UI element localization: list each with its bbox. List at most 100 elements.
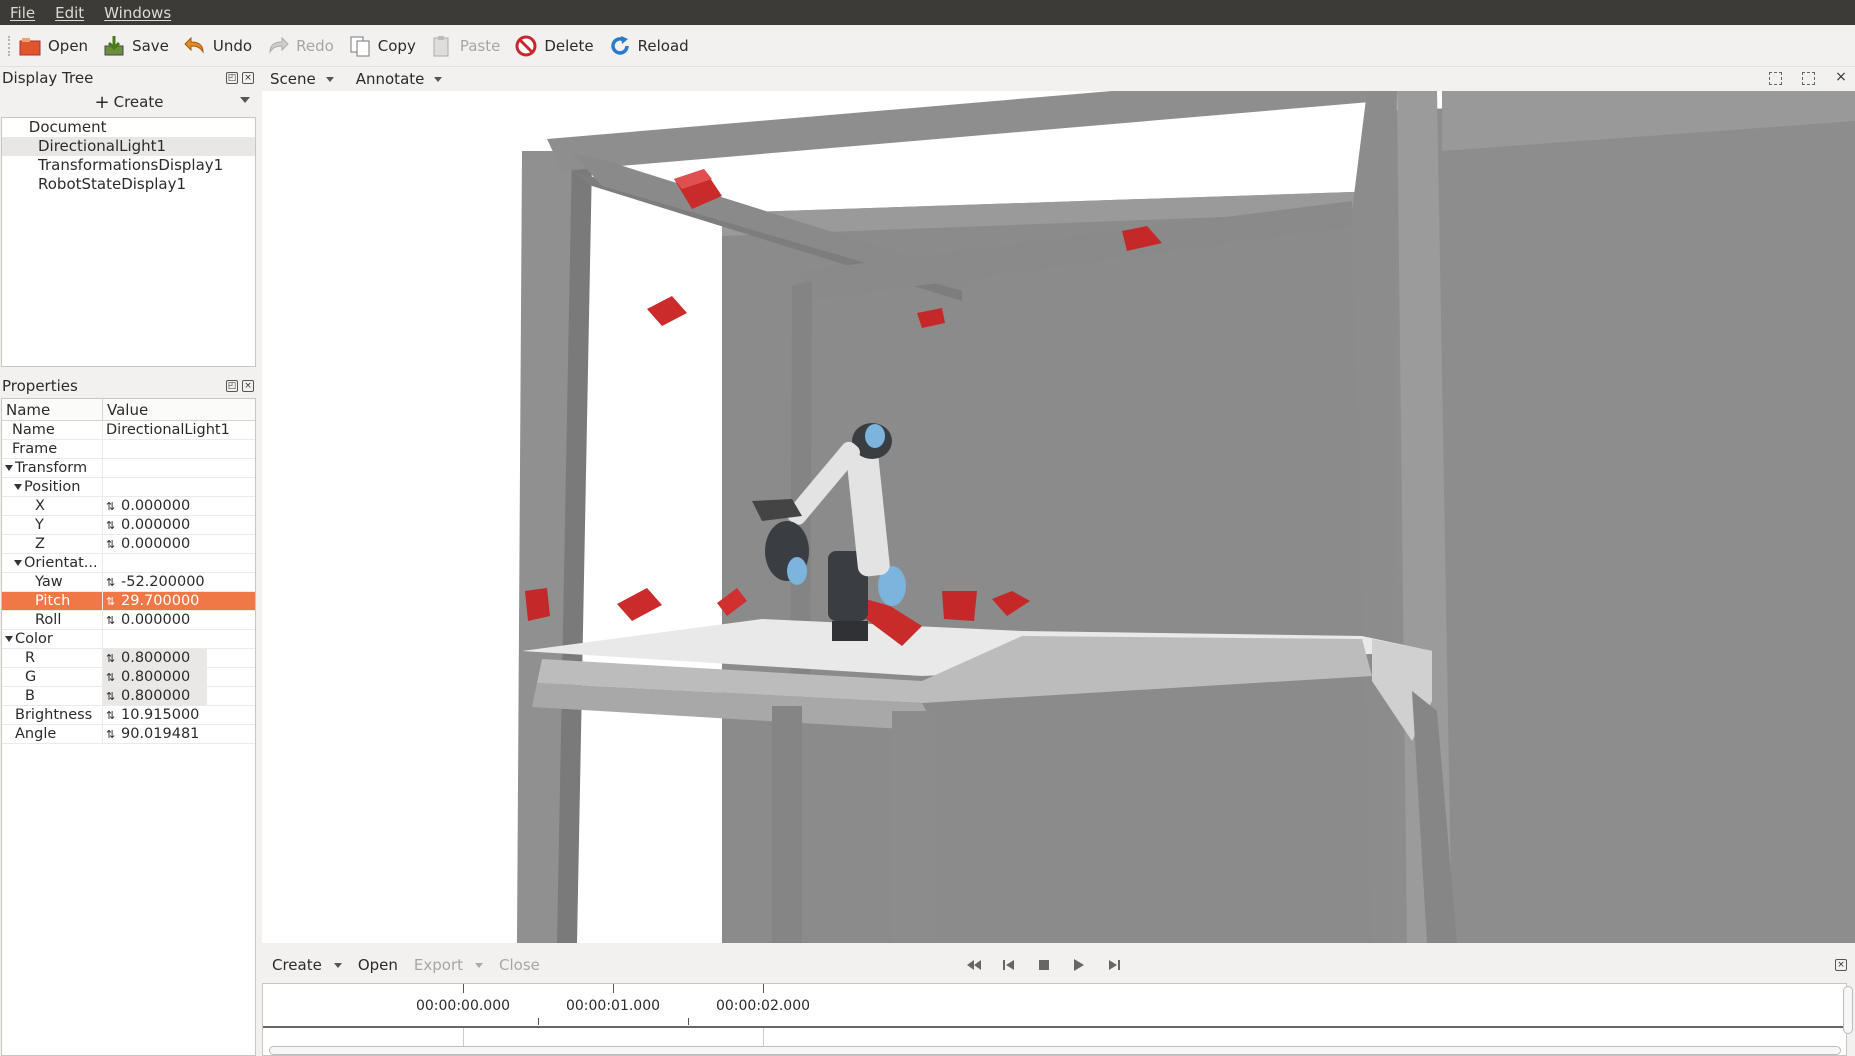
property-row-color[interactable]: Color bbox=[2, 630, 255, 649]
redo-button[interactable]: Redo bbox=[266, 34, 334, 58]
property-value[interactable]: ⇅ 0.000000 bbox=[103, 611, 255, 629]
expand-arrow-icon[interactable] bbox=[5, 636, 13, 642]
reload-button[interactable]: Reload bbox=[608, 34, 689, 58]
copy-label: Copy bbox=[377, 36, 416, 55]
scene-menu[interactable]: Scene bbox=[270, 70, 334, 88]
tree-item-robot-state-display[interactable]: RobotStateDisplay1 bbox=[2, 175, 255, 194]
spinner-icon[interactable]: ⇅ bbox=[106, 706, 115, 725]
property-value[interactable]: ⇅ 0.000000 bbox=[103, 535, 255, 553]
property-value[interactable]: ⇅ 90.019481 bbox=[103, 725, 255, 743]
property-label: X bbox=[2, 497, 103, 515]
property-row-y[interactable]: Y ⇅ 0.000000 bbox=[2, 516, 255, 535]
expand-arrow-icon[interactable] bbox=[5, 465, 13, 471]
property-row-pitch[interactable]: Pitch ⇅ 29.700000 bbox=[2, 592, 255, 611]
tree-item-document[interactable]: Document bbox=[2, 118, 255, 137]
chevron-down-icon bbox=[333, 962, 342, 968]
paste-button[interactable]: Paste bbox=[430, 34, 500, 58]
property-row-yaw[interactable]: Yaw ⇅ -52.200000 bbox=[2, 573, 255, 592]
menu-windows[interactable]: Windows bbox=[94, 4, 181, 22]
menu-edit[interactable]: Edit bbox=[45, 4, 94, 22]
property-row-brightness[interactable]: Brightness ⇅ 10.915000 bbox=[2, 706, 255, 725]
property-value[interactable] bbox=[103, 440, 255, 458]
value-text: 0.000000 bbox=[121, 498, 191, 514]
split-vertical-icon[interactable] bbox=[1802, 72, 1815, 85]
close-icon[interactable]: × bbox=[242, 380, 254, 392]
property-row-b[interactable]: B ⇅ 0.800000 bbox=[2, 687, 255, 706]
tree-item-transformations-display[interactable]: TransformationsDisplay1 bbox=[2, 156, 255, 175]
float-icon[interactable]: ◰ bbox=[226, 72, 238, 84]
save-button[interactable]: Save bbox=[102, 34, 169, 58]
spinner-icon[interactable]: ⇅ bbox=[106, 725, 115, 744]
tree-item-label: DirectionalLight1 bbox=[38, 137, 167, 155]
property-value[interactable]: ⇅ 0.800000 bbox=[103, 668, 255, 686]
chevron-down-icon[interactable] bbox=[240, 97, 250, 103]
close-icon[interactable]: × bbox=[1835, 70, 1847, 84]
spinner-icon[interactable]: ⇅ bbox=[106, 497, 115, 516]
skip-back-icon[interactable] bbox=[1001, 958, 1016, 972]
property-row-angle[interactable]: Angle ⇅ 90.019481 bbox=[2, 725, 255, 744]
annotate-menu[interactable]: Annotate bbox=[356, 70, 443, 88]
property-row-orientation[interactable]: Orientat... bbox=[2, 554, 255, 573]
spinner-icon[interactable]: ⇅ bbox=[106, 573, 115, 592]
open-button[interactable]: Open bbox=[18, 34, 88, 58]
copy-button[interactable]: Copy bbox=[348, 34, 416, 58]
property-row-z[interactable]: Z ⇅ 0.000000 bbox=[2, 535, 255, 554]
property-value[interactable]: ⇅ 0.000000 bbox=[103, 497, 255, 515]
property-row-r[interactable]: R ⇅ 0.800000 bbox=[2, 649, 255, 668]
tree-item-directional-light[interactable]: DirectionalLight1 bbox=[2, 137, 255, 156]
property-value[interactable]: ⇅ 0.800000 bbox=[103, 687, 255, 705]
property-value[interactable]: ⇅ 10.915000 bbox=[103, 706, 255, 724]
property-row-name[interactable]: Name DirectionalLight1 bbox=[2, 421, 255, 440]
property-row-roll[interactable]: Roll ⇅ 0.000000 bbox=[2, 611, 255, 630]
property-row-position[interactable]: Position bbox=[2, 478, 255, 497]
close-icon[interactable]: × bbox=[242, 72, 254, 84]
timeline-create-button[interactable]: Create bbox=[272, 956, 342, 974]
horizontal-scrollbar[interactable] bbox=[269, 1046, 1841, 1055]
create-display-button[interactable]: + Create bbox=[0, 89, 258, 115]
float-icon[interactable]: ◰ bbox=[226, 380, 238, 392]
property-value[interactable]: DirectionalLight1 bbox=[103, 421, 255, 439]
property-value[interactable]: ⇅ -52.200000 bbox=[103, 573, 255, 591]
menu-file[interactable]: File bbox=[0, 4, 45, 22]
split-horizontal-icon[interactable] bbox=[1769, 72, 1782, 85]
paste-icon bbox=[430, 34, 454, 58]
property-row-transform[interactable]: Transform bbox=[2, 459, 255, 478]
rewind-icon[interactable] bbox=[966, 958, 981, 972]
play-icon[interactable] bbox=[1071, 958, 1086, 972]
delete-button[interactable]: Delete bbox=[514, 34, 594, 58]
property-value[interactable]: ⇅ 0.800000 bbox=[103, 649, 255, 667]
timeline-close-button[interactable]: Close bbox=[499, 956, 540, 974]
spinner-icon[interactable]: ⇅ bbox=[106, 516, 115, 535]
property-value[interactable]: ⇅ 29.700000 bbox=[103, 592, 255, 610]
expand-arrow-icon[interactable] bbox=[10, 123, 18, 131]
spinner-icon[interactable]: ⇅ bbox=[106, 535, 115, 554]
property-row-frame[interactable]: Frame bbox=[2, 440, 255, 459]
timeline-export-button[interactable]: Export bbox=[414, 956, 484, 974]
spinner-icon[interactable]: ⇅ bbox=[106, 649, 115, 668]
timeline-panel: Create Open Export Close × 00:00:00.000 … bbox=[262, 947, 1855, 1056]
property-row-x[interactable]: X ⇅ 0.000000 bbox=[2, 497, 255, 516]
undo-button[interactable]: Undo bbox=[183, 34, 252, 58]
spinner-icon[interactable]: ⇅ bbox=[106, 668, 115, 687]
skip-forward-icon[interactable] bbox=[1106, 958, 1121, 972]
spinner-icon[interactable]: ⇅ bbox=[106, 687, 115, 706]
expand-arrow-icon[interactable] bbox=[14, 484, 22, 490]
properties-header: Properties ◰ × bbox=[0, 375, 258, 397]
close-icon[interactable]: × bbox=[1835, 959, 1847, 971]
vertical-scrollbar[interactable] bbox=[1843, 986, 1853, 1034]
spinner-icon[interactable]: ⇅ bbox=[106, 592, 115, 611]
stop-icon[interactable] bbox=[1036, 958, 1051, 972]
column-header-name[interactable]: Name bbox=[2, 399, 103, 420]
timeline-ruler[interactable]: 00:00:00.000 00:00:01.000 00:00:02.000 bbox=[262, 983, 1853, 1056]
property-label: R bbox=[2, 649, 103, 667]
3d-viewport[interactable] bbox=[262, 91, 1855, 943]
property-value[interactable]: ⇅ 0.000000 bbox=[103, 516, 255, 534]
spinner-icon[interactable]: ⇅ bbox=[106, 611, 115, 630]
timeline-open-button[interactable]: Open bbox=[358, 956, 398, 974]
display-tree-panel: Display Tree ◰ × + Create Document Direc… bbox=[0, 67, 258, 367]
tree-item-label: RobotStateDisplay1 bbox=[38, 175, 187, 193]
expand-arrow-icon[interactable] bbox=[14, 560, 22, 566]
column-header-value[interactable]: Value bbox=[103, 399, 148, 420]
toolbar-grip[interactable] bbox=[8, 35, 12, 56]
property-row-g[interactable]: G ⇅ 0.800000 bbox=[2, 668, 255, 687]
